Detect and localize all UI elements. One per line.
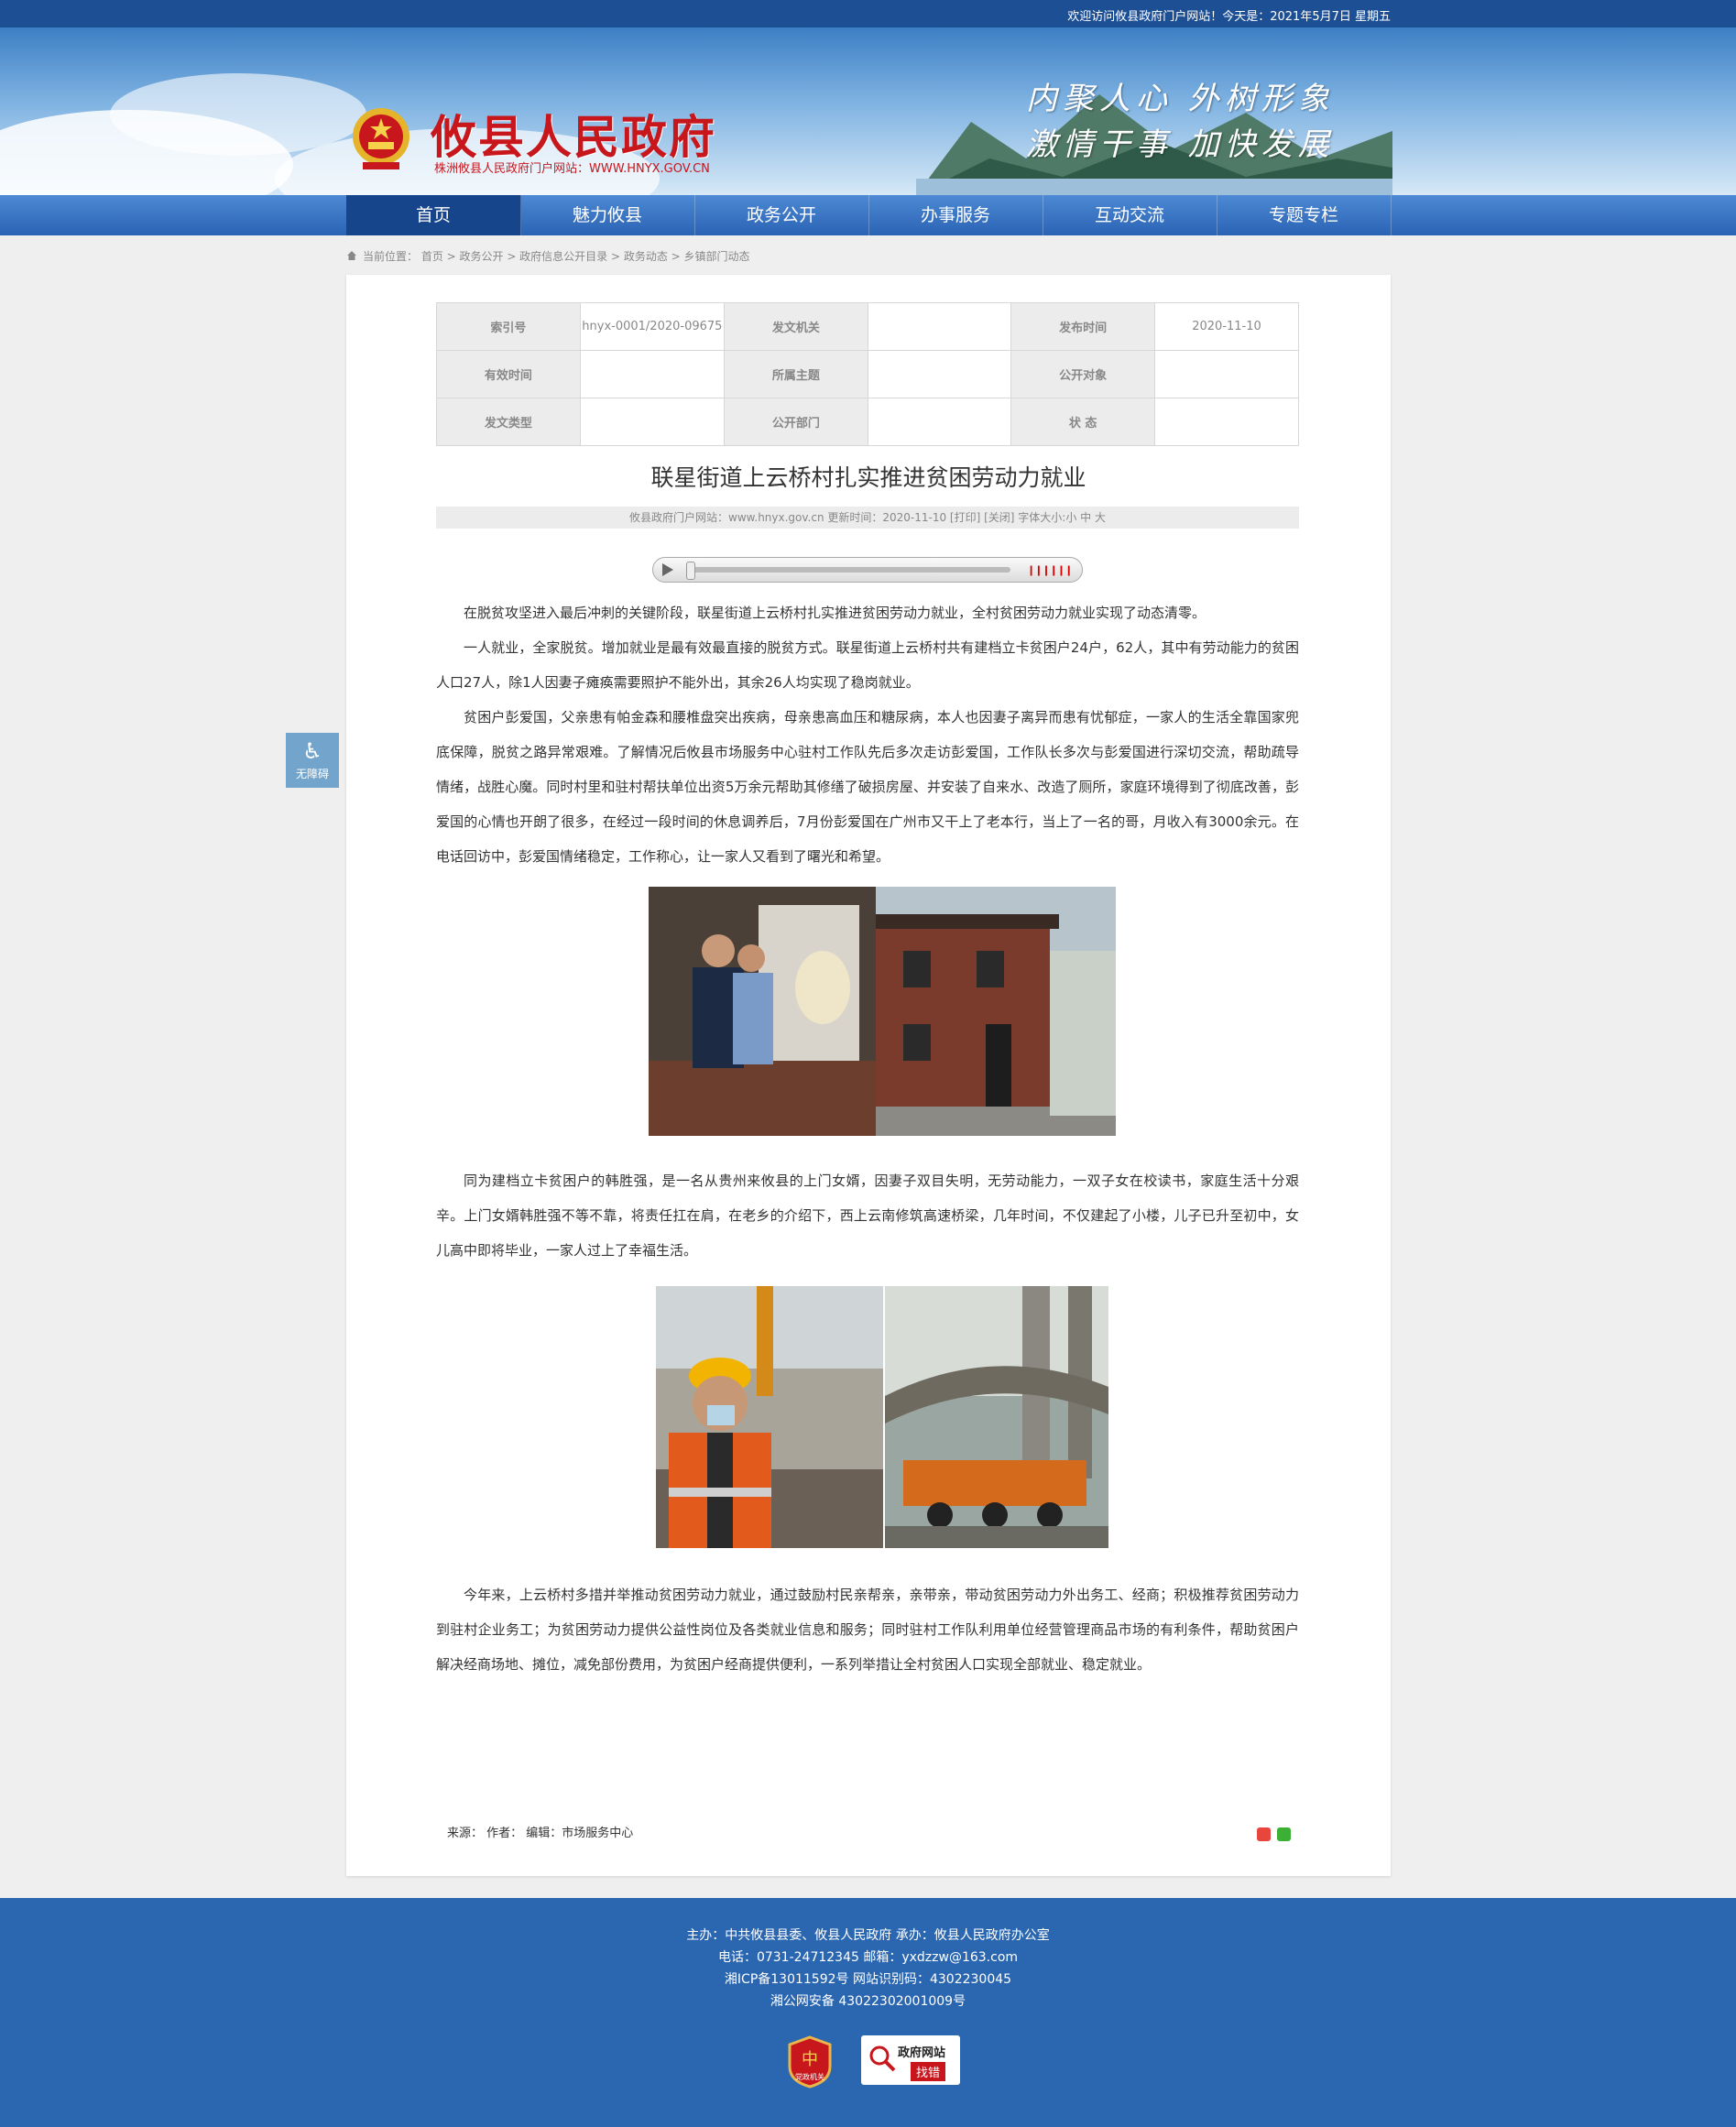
header-banner: 攸县人民政府 株洲攸县人民政府门户网站：WWW.HNYX.GOV.CN 内聚人心… bbox=[0, 27, 1736, 195]
article-paragraph: 贫困户彭爱国，父亲患有帕金森和腰椎盘突出疾病，母亲患高血压和糖尿病，本人也因妻子… bbox=[436, 709, 1299, 865]
meta-value bbox=[579, 398, 726, 446]
accessibility-button[interactable]: ♿ 无障碍 bbox=[286, 733, 339, 788]
meta-label: 公开部门 bbox=[724, 398, 868, 446]
badge2-top: 政府网站 bbox=[898, 2046, 946, 2060]
top-bar: 欢迎访问攸县政府门户网站！今天是：2021年5月7日 星期五 bbox=[0, 0, 1736, 27]
meta-value bbox=[1154, 398, 1299, 446]
meta-value: hnyx-0001/2020-09675 bbox=[579, 302, 726, 351]
wheelchair-icon: ♿ bbox=[302, 738, 322, 764]
meta-value bbox=[867, 398, 1012, 446]
nav-item-charm[interactable]: 魅力攸县 bbox=[520, 195, 695, 235]
article-source: 来源： 作者： 编辑：市场服务中心 bbox=[447, 1827, 634, 1840]
photo-crane bbox=[885, 1286, 1108, 1548]
meta-label: 所属主题 bbox=[724, 350, 868, 398]
party-government-badge-icon[interactable]: 中 党政机关 bbox=[788, 2035, 832, 2089]
article-title: 联星街道上云桥村扎实推进贫困劳动力就业 bbox=[650, 464, 1086, 491]
meta-label: 公开对象 bbox=[1010, 350, 1156, 398]
meta-value bbox=[1154, 350, 1299, 398]
accessibility-label: 无障碍 bbox=[295, 768, 329, 780]
weibo-share-icon[interactable] bbox=[1257, 1827, 1271, 1841]
site-title: 攸县人民政府 bbox=[431, 110, 716, 164]
meta-label: 发文机关 bbox=[724, 302, 868, 351]
slogan-line2: 激情干事 加快发展 bbox=[1026, 126, 1335, 163]
meta-table: 索引号 hnyx-0001/2020-09675 发文机关 发布时间 2020-… bbox=[436, 302, 1299, 446]
article-info-bar[interactable]: 攸县政府门户网站：www.hnyx.gov.cn 更新时间：2020-11-10… bbox=[436, 507, 1299, 529]
article-photo bbox=[876, 887, 1116, 1136]
nav-item-interaction[interactable]: 互动交流 bbox=[1043, 195, 1217, 235]
meta-label: 发布时间 bbox=[1010, 302, 1156, 351]
photo-visit-room bbox=[649, 887, 876, 1136]
breadcrumb: 当前位置： 首页 > 政务公开 > 政府信息公开目录 > 政务动态 > 乡镇部门… bbox=[346, 248, 750, 264]
footer-police-record[interactable]: 湘公网安备 43022302001009号 bbox=[0, 1991, 1736, 2010]
svg-text:中: 中 bbox=[802, 2050, 818, 2069]
meta-label: 有效时间 bbox=[436, 350, 581, 398]
meta-value bbox=[867, 350, 1012, 398]
wechat-share-icon[interactable] bbox=[1277, 1827, 1291, 1841]
nav-item-services[interactable]: 办事服务 bbox=[868, 195, 1043, 235]
article-paragraph: 同为建档立卡贫困户的韩胜强，是一名从贵州来攸县的上门女婿，因妻子双目失明，无劳动… bbox=[436, 1173, 1299, 1259]
footer: 主办：中共攸县县委、攸县人民政府 承办：攸县人民政府办公室 电话：0731-24… bbox=[0, 1898, 1736, 2127]
article-paragraph: 在脱贫攻坚进入最后冲刺的关键阶段，联星街道上云桥村扎实推进贫困劳动力就业，全村贫… bbox=[464, 605, 1206, 621]
breadcrumb-text[interactable]: 当前位置： 首页 > 政务公开 > 政府信息公开目录 > 政务动态 > 乡镇部门… bbox=[363, 250, 750, 263]
play-icon[interactable] bbox=[662, 563, 673, 576]
article-photo bbox=[649, 887, 876, 1136]
table-row: 索引号 hnyx-0001/2020-09675 发文机关 发布时间 2020-… bbox=[436, 302, 1299, 351]
footer-contact[interactable]: 电话：0731-24712345 邮箱：yxdzzw@163.com bbox=[0, 1947, 1736, 1966]
article-photo bbox=[656, 1286, 883, 1548]
nav-item-home[interactable]: 首页 bbox=[346, 195, 521, 235]
article-paragraph: 今年来，上云桥村多措并举推动贫困劳动力就业，通过鼓励村民亲帮亲，亲带亲，带动贫困… bbox=[436, 1587, 1299, 1673]
slogan-line1: 内聚人心 外树形象 bbox=[1026, 81, 1335, 117]
magnifier-icon bbox=[869, 2045, 896, 2072]
welcome-text: 欢迎访问攸县政府门户网站！今天是：2021年5月7日 星期五 bbox=[1067, 10, 1391, 24]
photo-worker bbox=[656, 1286, 883, 1548]
footer-sponsor: 主办：中共攸县县委、攸县人民政府 承办：攸县人民政府办公室 bbox=[686, 1928, 1050, 1943]
meta-value bbox=[579, 350, 726, 398]
home-icon bbox=[347, 251, 356, 260]
national-emblem-icon bbox=[353, 108, 409, 169]
volume-icon[interactable]: ❙❙❙❙❙❙ bbox=[1027, 564, 1073, 576]
progress-track[interactable] bbox=[688, 567, 1010, 573]
footer-icp[interactable]: 湘ICP备13011592号 网站识别码：4302230045 bbox=[0, 1969, 1736, 1988]
article-card: 索引号 hnyx-0001/2020-09675 发文机关 发布时间 2020-… bbox=[346, 275, 1391, 1876]
meta-label: 索引号 bbox=[436, 302, 581, 351]
progress-handle[interactable] bbox=[686, 562, 695, 580]
article-photo bbox=[885, 1286, 1108, 1548]
table-row: 有效时间 所属主题 公开对象 bbox=[436, 350, 1299, 398]
photo-brick-house bbox=[876, 887, 1116, 1136]
nav-item-public-affairs[interactable]: 政务公开 bbox=[694, 195, 869, 235]
site-subtitle: 株洲攸县人民政府门户网站：WWW.HNYX.GOV.CN bbox=[434, 162, 710, 176]
meta-value: 2020-11-10 bbox=[1154, 302, 1299, 351]
badge1-label: 党政机关 bbox=[795, 2072, 824, 2081]
badge2-bottom: 找错 bbox=[911, 2062, 946, 2081]
audio-player[interactable]: ❙❙❙❙❙❙ bbox=[652, 557, 1083, 583]
main-nav: 首页 魅力攸县 政务公开 办事服务 互动交流 专题专栏 bbox=[0, 195, 1736, 235]
table-row: 发文类型 公开部门 状 态 bbox=[436, 398, 1299, 446]
nav-item-topics[interactable]: 专题专栏 bbox=[1217, 195, 1392, 235]
meta-label: 状 态 bbox=[1010, 398, 1156, 446]
article-paragraph: 一人就业，全家脱贫。增加就业是最有效最直接的脱贫方式。联星街道上云桥村共有建档立… bbox=[436, 639, 1299, 691]
meta-label: 发文类型 bbox=[436, 398, 581, 446]
meta-value bbox=[867, 302, 1012, 351]
find-error-badge[interactable]: 政府网站 找错 bbox=[861, 2035, 960, 2085]
